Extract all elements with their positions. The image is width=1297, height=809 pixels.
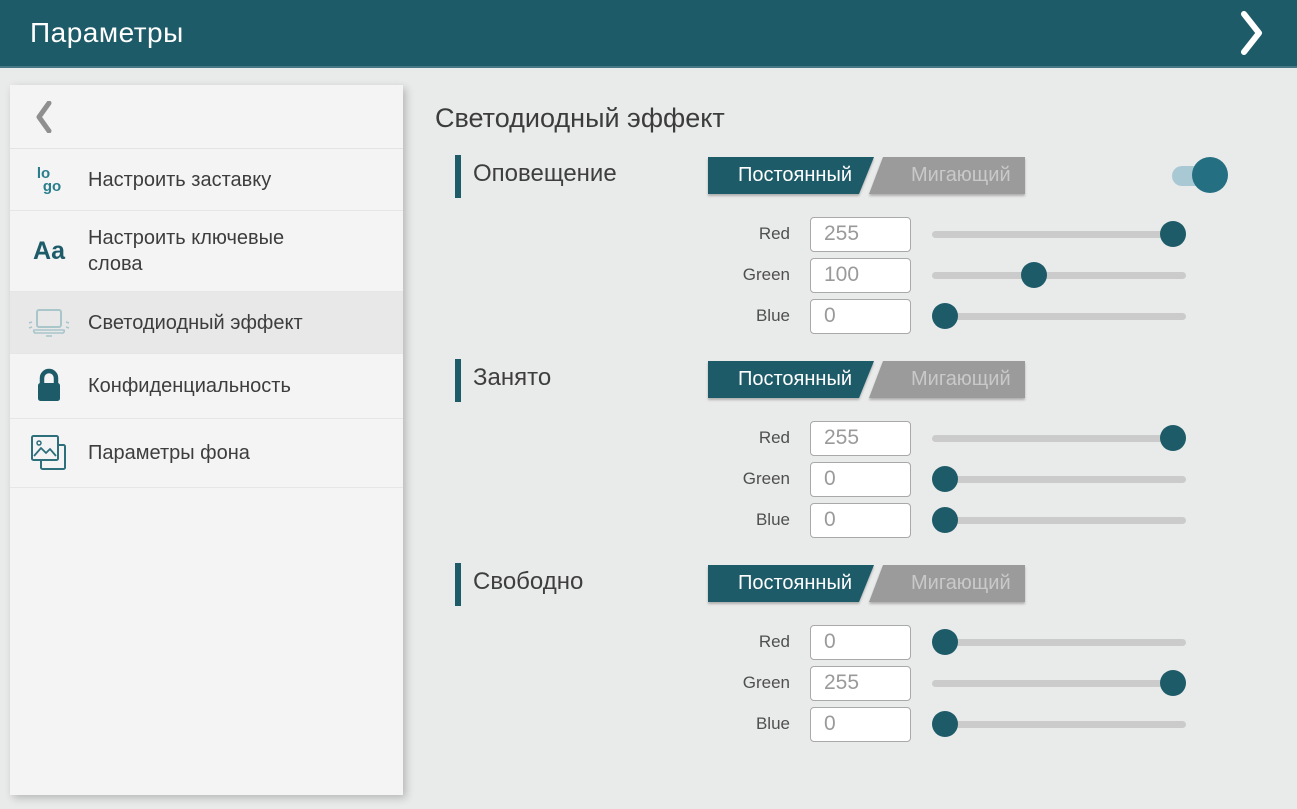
rgb-row-green: Green	[435, 665, 1297, 701]
section-accent-bar	[455, 359, 461, 402]
rgb-label: Blue	[435, 510, 810, 530]
slider-track[interactable]	[932, 272, 1186, 279]
toggle-knob	[1192, 157, 1228, 193]
rgb-row-green: Green	[435, 257, 1297, 293]
mode-option-blinking[interactable]: Мигающий	[866, 565, 1025, 602]
section-accent-bar	[455, 155, 461, 198]
blue-slider[interactable]	[932, 298, 1186, 334]
sidebar-item-keywords[interactable]: Aa Настроить ключевые слова	[10, 211, 403, 292]
slider-thumb[interactable]	[932, 629, 958, 655]
slider-thumb[interactable]	[932, 711, 958, 737]
slider-thumb[interactable]	[932, 466, 958, 492]
slider-thumb[interactable]	[932, 303, 958, 329]
slider-thumb[interactable]	[1160, 221, 1186, 247]
collapse-panel-button[interactable]	[1241, 11, 1263, 55]
led-screen-icon	[10, 307, 88, 339]
chevron-left-icon	[36, 101, 52, 133]
font-aa-icon: Aa	[10, 237, 88, 266]
green-slider[interactable]	[932, 257, 1186, 293]
sidebar-item-background[interactable]: Параметры фона	[10, 419, 403, 488]
page-header-title: Параметры	[30, 17, 184, 49]
slider-track[interactable]	[932, 313, 1186, 320]
blue-value-input[interactable]	[810, 503, 911, 538]
red-slider[interactable]	[932, 420, 1186, 456]
section-notification: Оповещение Постоянный Мигающий Red	[435, 157, 1297, 334]
slider-track[interactable]	[932, 476, 1186, 483]
slider-thumb[interactable]	[1160, 425, 1186, 451]
sidebar-item-label: Настроить ключевые слова	[88, 225, 328, 277]
rgb-row-blue: Blue	[435, 298, 1297, 334]
section-free: Свободно Постоянный Мигающий Red Green	[435, 565, 1297, 742]
mode-segmented-control: Постоянный Мигающий	[708, 157, 1025, 194]
red-slider[interactable]	[932, 624, 1186, 660]
rgb-row-red: Red	[435, 624, 1297, 660]
red-slider[interactable]	[932, 216, 1186, 252]
blue-value-input[interactable]	[810, 299, 911, 334]
section-title: Занято	[473, 364, 551, 392]
mode-option-blinking[interactable]: Мигающий	[866, 157, 1025, 194]
slider-thumb[interactable]	[932, 507, 958, 533]
rgb-label: Red	[435, 632, 810, 652]
section-accent-bar	[455, 563, 461, 606]
slider-track[interactable]	[932, 517, 1186, 524]
section-busy: Занято Постоянный Мигающий Red Green	[435, 361, 1297, 538]
blue-slider[interactable]	[932, 502, 1186, 538]
rgb-label: Blue	[435, 714, 810, 734]
mode-segmented-control: Постоянный Мигающий	[708, 361, 1025, 398]
slider-track[interactable]	[932, 721, 1186, 728]
app-header: Параметры	[0, 0, 1297, 68]
images-icon	[10, 433, 88, 473]
blue-slider[interactable]	[932, 706, 1186, 742]
sidebar-item-label: Светодиодный эффект	[88, 310, 311, 336]
sidebar: lo go Настроить заставку Aa Настроить кл…	[10, 85, 403, 795]
sidebar-item-label: Параметры фона	[88, 440, 258, 466]
blue-value-input[interactable]	[810, 707, 911, 742]
page-title: Светодиодный эффект	[435, 103, 1297, 134]
rgb-row-red: Red	[435, 420, 1297, 456]
slider-track[interactable]	[932, 435, 1186, 442]
rgb-label: Red	[435, 224, 810, 244]
mode-option-solid[interactable]: Постоянный	[708, 565, 874, 602]
red-value-input[interactable]	[810, 421, 911, 456]
mode-option-solid[interactable]: Постоянный	[708, 157, 874, 194]
logo-icon: lo go	[10, 167, 88, 193]
green-slider[interactable]	[932, 665, 1186, 701]
sidebar-back-button[interactable]	[10, 85, 403, 149]
rgb-label: Green	[435, 469, 810, 489]
sidebar-item-label: Настроить заставку	[88, 167, 279, 193]
rgb-row-green: Green	[435, 461, 1297, 497]
lock-icon	[10, 368, 88, 404]
rgb-row-blue: Blue	[435, 502, 1297, 538]
slider-track[interactable]	[932, 231, 1186, 238]
mode-segmented-control: Постоянный Мигающий	[708, 565, 1025, 602]
sidebar-item-label: Конфиденциальность	[88, 373, 299, 399]
green-value-input[interactable]	[810, 462, 911, 497]
green-value-input[interactable]	[810, 258, 911, 293]
rgb-row-red: Red	[435, 216, 1297, 252]
red-value-input[interactable]	[810, 217, 911, 252]
content-area: lo go Настроить заставку Aa Настроить кл…	[0, 68, 1297, 795]
rgb-label: Blue	[435, 306, 810, 326]
main-panel: Светодиодный эффект Оповещение Постоянны…	[403, 68, 1297, 769]
mode-option-solid[interactable]: Постоянный	[708, 361, 874, 398]
slider-thumb[interactable]	[1021, 262, 1047, 288]
sidebar-item-privacy[interactable]: Конфиденциальность	[10, 354, 403, 419]
rgb-label: Green	[435, 673, 810, 693]
led-toggle-switch[interactable]	[1172, 157, 1228, 194]
sidebar-item-led-effect[interactable]: Светодиодный эффект	[10, 292, 403, 354]
slider-track[interactable]	[932, 639, 1186, 646]
green-slider[interactable]	[932, 461, 1186, 497]
section-title: Свободно	[473, 568, 583, 596]
red-value-input[interactable]	[810, 625, 911, 660]
rgb-label: Red	[435, 428, 810, 448]
slider-thumb[interactable]	[1160, 670, 1186, 696]
mode-option-blinking[interactable]: Мигающий	[866, 361, 1025, 398]
chevron-right-icon	[1241, 11, 1263, 55]
section-title: Оповещение	[473, 160, 617, 188]
green-value-input[interactable]	[810, 666, 911, 701]
rgb-row-blue: Blue	[435, 706, 1297, 742]
rgb-label: Green	[435, 265, 810, 285]
sidebar-item-screensaver[interactable]: lo go Настроить заставку	[10, 149, 403, 211]
slider-track[interactable]	[932, 680, 1186, 687]
